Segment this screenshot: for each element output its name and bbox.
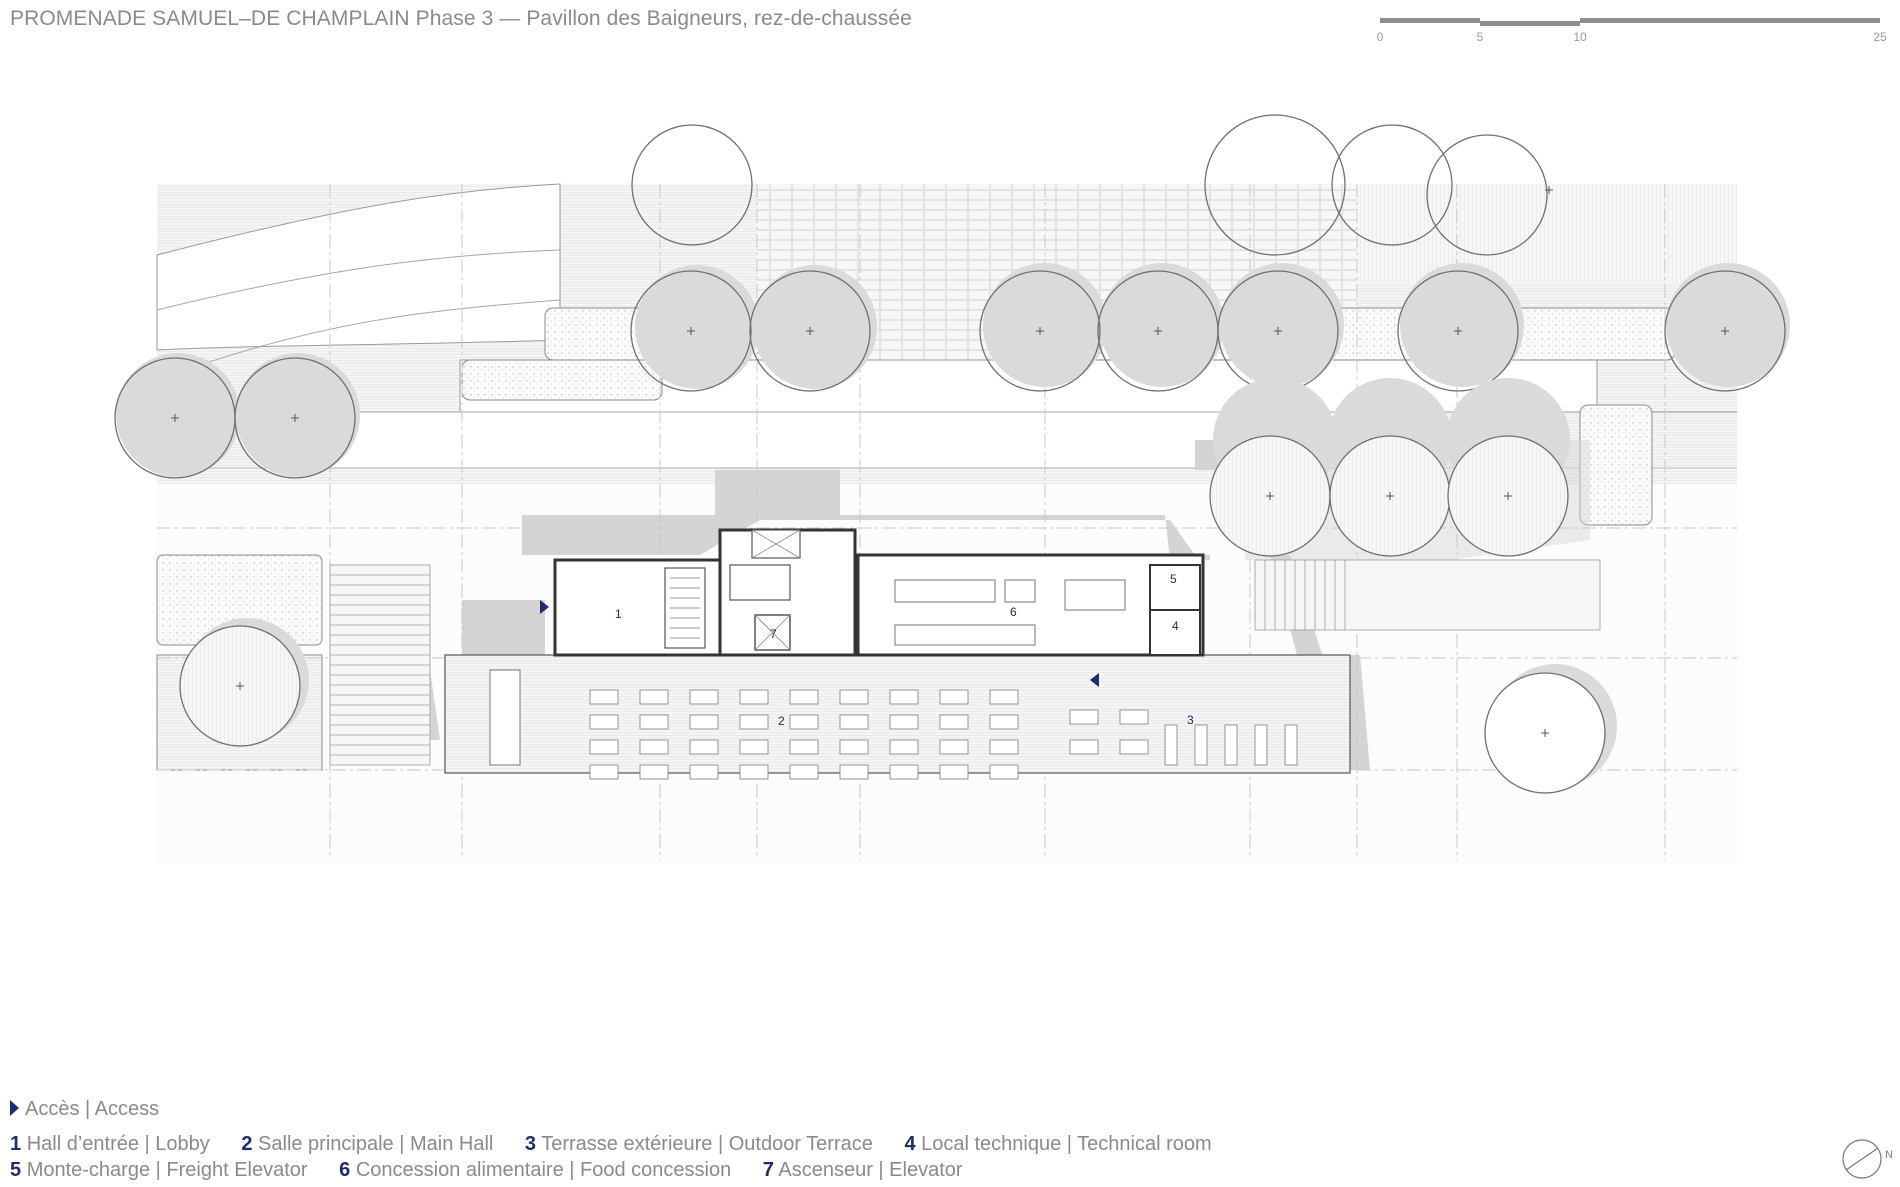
north-label: N <box>1885 1149 1893 1161</box>
legend-item-1: 1 Hall d’entrée | Lobby <box>10 1133 210 1155</box>
legend-item-5: 5 Monte-charge | Freight Elevator <box>10 1159 308 1181</box>
room-label-4: 4 <box>1172 619 1179 633</box>
legend-item-6: 6 Concession alimentaire | Food concessi… <box>339 1159 732 1181</box>
legend-row-2: 5 Monte-charge | Freight Elevator 6 Conc… <box>10 1159 989 1182</box>
room-label-1: 1 <box>615 607 622 621</box>
floor-plan: 1 2 3 4 5 6 7 <box>114 114 1790 864</box>
legend-item-4: 4 Local technique | Technical room <box>904 1133 1212 1155</box>
legend-row-1: 1 Hall d’entrée | Lobby 2 Salle principa… <box>10 1133 1238 1156</box>
access-arrow-icon <box>10 1100 19 1116</box>
room-label-2: 2 <box>778 714 785 728</box>
room-label-6: 6 <box>1010 605 1017 619</box>
legend-access-label: Accès | Access <box>25 1098 160 1120</box>
legend-access: Accès | Access <box>10 1098 159 1121</box>
room-label-7: 7 <box>770 627 777 641</box>
legend-item-7: 7 Ascenseur | Elevator <box>762 1159 963 1181</box>
room-label-5: 5 <box>1170 572 1177 586</box>
legend-item-3: 3 Terrasse extérieure | Outdoor Terrace <box>524 1133 873 1155</box>
legend-item-2: 2 Salle principale | Main Hall <box>241 1133 494 1155</box>
room-label-3: 3 <box>1187 713 1194 727</box>
north-arrow-icon: N <box>1842 1139 1893 1179</box>
